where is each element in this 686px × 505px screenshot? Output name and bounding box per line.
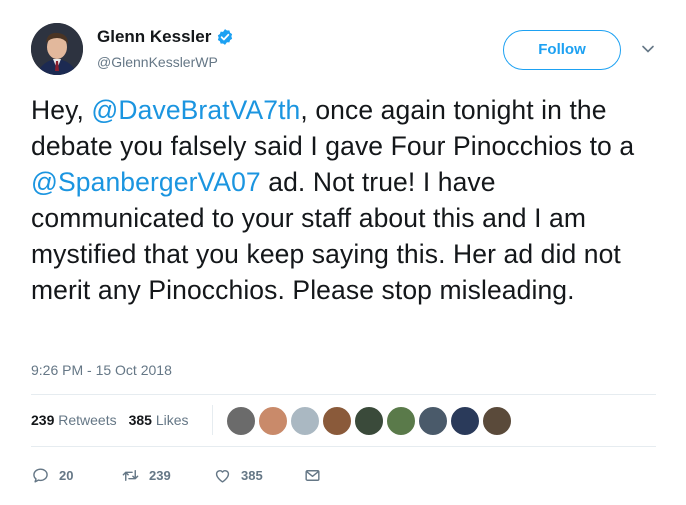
liker-avatar[interactable] [322,406,352,436]
divider [31,446,656,447]
envelope-icon [305,470,320,481]
author-name[interactable]: Glenn Kessler [97,27,211,47]
retweets-count: 239 [31,412,55,428]
reply-action[interactable]: 20 [31,466,73,485]
reply-count: 20 [59,468,74,483]
chevron-down-icon[interactable] [641,42,655,56]
author-handle[interactable]: @GlennKesslerWP [97,54,218,70]
like-count: 385 [241,468,263,483]
follow-button[interactable]: Follow [503,30,621,70]
retweet-action[interactable]: 239 [121,466,171,485]
tweet-text-segment: Hey, [31,95,92,125]
liker-avatar[interactable] [354,406,384,436]
tweet-timestamp[interactable]: 9:26 PM - 15 Oct 2018 [31,362,172,378]
heart-icon [215,470,230,483]
divider [31,394,656,395]
author-name-row[interactable]: Glenn Kessler [97,27,234,47]
liker-avatar[interactable] [226,406,256,436]
likes-label: Likes [155,412,189,428]
direct-message-action[interactable] [303,466,331,485]
reply-icon [33,468,48,483]
retweet-count: 239 [149,468,171,483]
liker-avatar[interactable] [386,406,416,436]
retweets-label: Retweets [58,412,117,428]
retweets-stat[interactable]: 239 Retweets [31,412,117,428]
engagement-stats: 239 Retweets 385 Likes [31,412,201,428]
liker-avatar[interactable] [450,406,480,436]
likes-stat[interactable]: 385 Likes [129,412,189,428]
author-avatar[interactable] [31,23,83,75]
retweet-icon [122,470,139,481]
liker-avatar[interactable] [482,406,512,436]
like-action[interactable]: 385 [213,466,263,485]
mention-link[interactable]: @DaveBratVA7th [91,95,300,125]
likes-count: 385 [128,412,152,428]
liker-avatar[interactable] [290,406,320,436]
mention-link[interactable]: @SpanbergerVA07 [31,167,261,197]
liker-avatar[interactable] [418,406,448,436]
stats-divider [212,405,213,435]
verified-badge-icon [218,29,233,45]
tweet-text: Hey, @DaveBratVA7th, once again tonight … [31,92,671,308]
liker-avatar[interactable] [258,406,288,436]
